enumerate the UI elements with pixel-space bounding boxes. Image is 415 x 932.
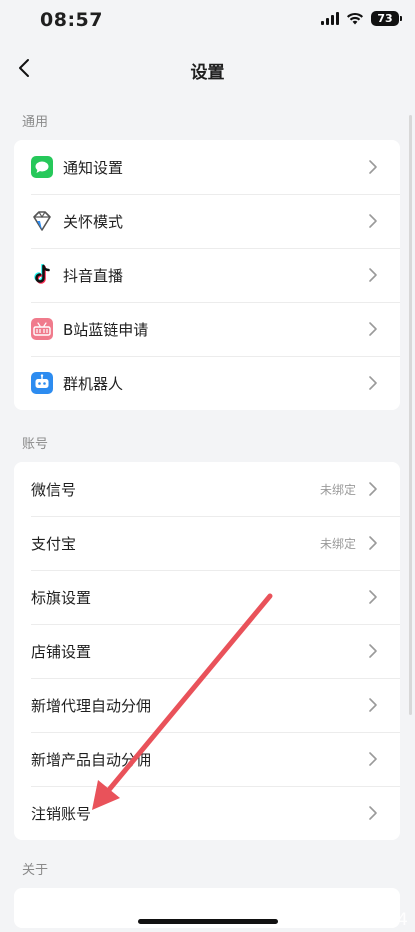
section-label-general: 通用 <box>22 115 49 130</box>
row-bilibili-link[interactable]: B站蓝链申请 <box>14 302 400 356</box>
account-card: 微信号 未绑定 支付宝 未绑定 标旗设置 店铺设置 新增代理自动分佣 新增产品自… <box>14 462 400 840</box>
row-label: 新增产品自动分佣 <box>31 750 152 769</box>
status-icons: 73 <box>321 11 402 26</box>
chevron-right-icon <box>368 643 378 659</box>
row-care-mode[interactable]: 关怀模式 <box>14 194 400 248</box>
row-douyin-live[interactable]: 抖音直播 <box>14 248 400 302</box>
chat-bubble-icon <box>31 156 53 178</box>
row-shop-settings[interactable]: 店铺设置 <box>14 624 400 678</box>
section-label-account: 账号 <box>22 437 49 452</box>
row-label: B站蓝链申请 <box>63 320 149 339</box>
home-indicator <box>138 919 278 924</box>
row-label: 抖音直播 <box>63 266 124 285</box>
row-label: 店铺设置 <box>31 642 92 661</box>
row-value: 未绑定 <box>319 536 356 551</box>
battery-icon: 73 <box>371 11 402 26</box>
row-label: 支付宝 <box>31 534 77 553</box>
row-flag-settings[interactable]: 标旗设置 <box>14 570 400 624</box>
robot-icon <box>31 372 53 394</box>
scrollbar[interactable] <box>409 115 412 715</box>
bilibili-icon <box>31 318 53 340</box>
battery-level: 73 <box>377 12 393 25</box>
tiktok-icon <box>31 264 53 286</box>
row-label: 群机器人 <box>63 374 124 393</box>
page-title: 设置 <box>190 63 225 83</box>
row-alipay[interactable]: 支付宝 未绑定 <box>14 516 400 570</box>
row-wechat[interactable]: 微信号 未绑定 <box>14 462 400 516</box>
chevron-right-icon <box>368 697 378 713</box>
section-label-about: 关于 <box>22 863 49 878</box>
chevron-right-icon <box>368 159 378 175</box>
row-label: 注销账号 <box>31 804 92 823</box>
chevron-right-icon <box>368 267 378 283</box>
chevron-right-icon <box>368 375 378 391</box>
chevron-right-icon <box>368 751 378 767</box>
row-product-auto-commission[interactable]: 新增产品自动分佣 <box>14 732 400 786</box>
chevron-right-icon <box>368 321 378 337</box>
chevron-right-icon <box>368 535 378 551</box>
row-agent-auto-commission[interactable]: 新增代理自动分佣 <box>14 678 400 732</box>
signal-icon <box>321 12 339 25</box>
row-group-robot[interactable]: 群机器人 <box>14 356 400 410</box>
chevron-right-icon <box>368 805 378 821</box>
row-label: 通知设置 <box>63 158 124 177</box>
row-notification-settings[interactable]: 通知设置 <box>14 140 400 194</box>
wifi-icon <box>347 12 363 25</box>
row-label: 新增代理自动分佣 <box>31 696 152 715</box>
general-card: 通知设置 关怀模式 抖音直播 B站蓝链申请 群机器人 <box>14 140 400 410</box>
diamond-icon <box>31 210 53 232</box>
chevron-right-icon <box>368 213 378 229</box>
status-time: 08:57 <box>40 9 103 31</box>
status-bar: 08:57 73 <box>0 0 415 40</box>
chevron-right-icon <box>368 481 378 497</box>
nav-bar: 设置 <box>0 40 415 96</box>
row-label: 标旗设置 <box>31 588 92 607</box>
chevron-right-icon <box>368 589 378 605</box>
row-label: 关怀模式 <box>63 212 124 231</box>
row-delete-account[interactable]: 注销账号 <box>14 786 400 840</box>
row-value: 未绑定 <box>319 482 356 497</box>
row-label: 微信号 <box>31 480 77 499</box>
